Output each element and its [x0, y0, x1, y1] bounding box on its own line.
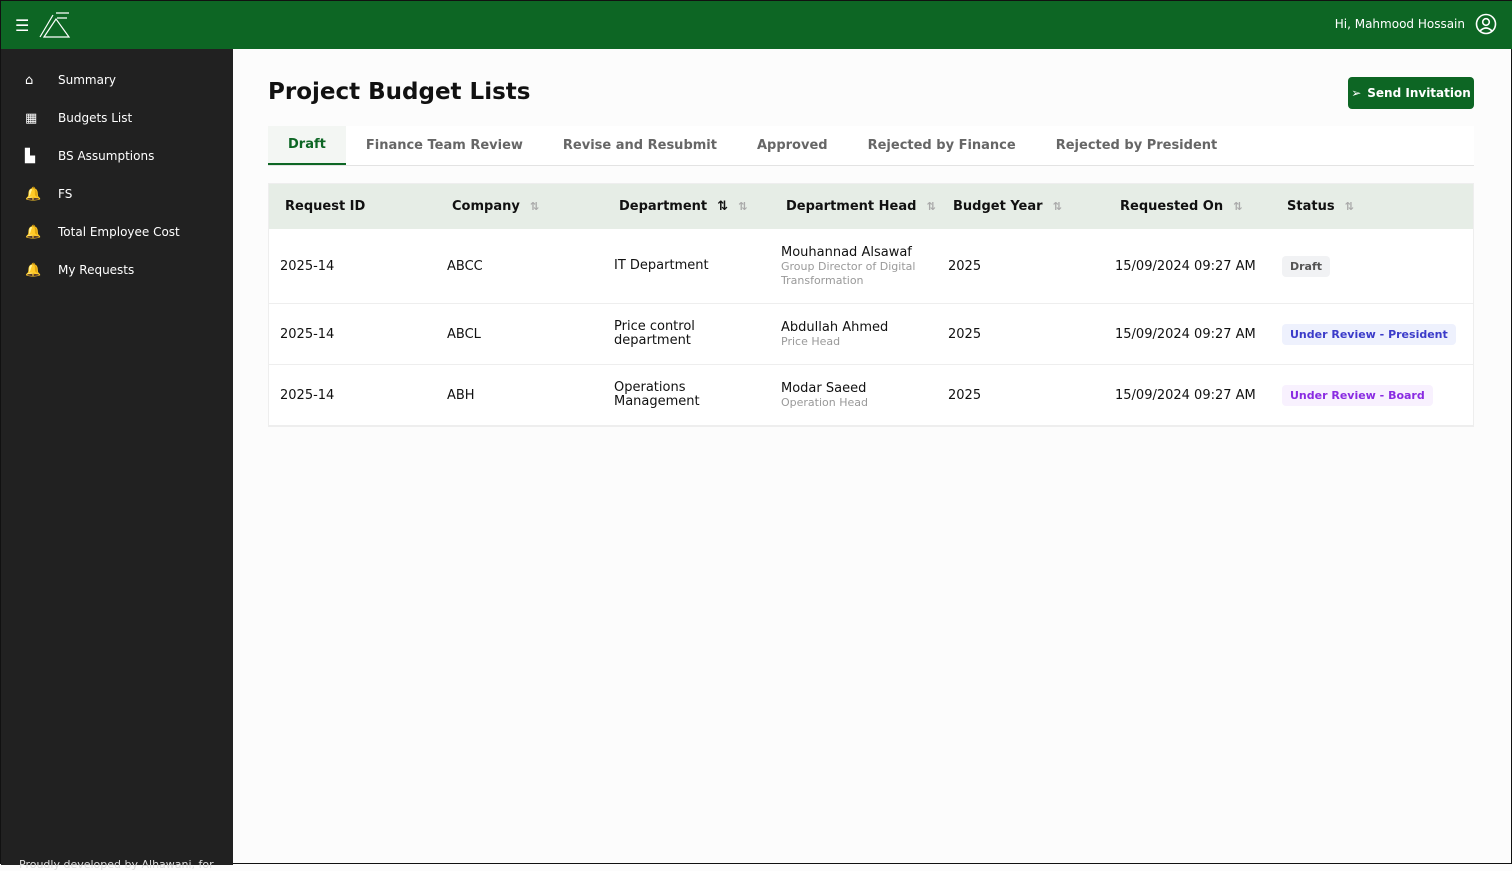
head-name: Modar Saeed — [781, 380, 867, 396]
requested-on: 15/09/2024 09:27 AM — [1115, 387, 1256, 403]
head-name: Mouhannad Alsawaf — [781, 244, 912, 260]
department: Price control department — [614, 319, 695, 348]
table-row[interactable]: 2025-14 ABCC IT Department Mouhannad Als… — [269, 229, 1473, 304]
tab-approved[interactable]: Approved — [737, 126, 848, 165]
tab-finance-team-review[interactable]: Finance Team Review — [346, 126, 543, 165]
request-id: 2025-14 — [280, 387, 335, 403]
sort-icon[interactable]: ⇅ — [530, 200, 539, 213]
bell-icon: 🔔 — [25, 224, 42, 240]
department: IT Department — [614, 258, 709, 273]
company: ABCL — [447, 326, 481, 342]
sort-icon[interactable]: ⇅ — [738, 200, 747, 213]
sidebar-item-summary[interactable]: ⌂ Summary — [1, 61, 233, 99]
tab-rejected-by-finance[interactable]: Rejected by Finance — [848, 126, 1036, 165]
table-row[interactable]: 2025-14 ABCL Price control department Ab… — [269, 304, 1473, 365]
company: ABCC — [447, 258, 483, 274]
sidebar-item-label: Total Employee Cost — [58, 225, 180, 239]
status-cell: Under Review - President — [1271, 323, 1456, 345]
sort-icon[interactable]: ⇅ — [1345, 200, 1354, 213]
head-title: Operation Head — [781, 395, 869, 409]
sidebar-item-my-requests[interactable]: 🔔 My Requests — [1, 251, 233, 289]
sort-active-icon[interactable]: ⇅ — [717, 199, 728, 214]
sidebar-footer: Proudly developed by Alhawani, for — [19, 858, 214, 871]
requested-on: 15/09/2024 09:27 AM — [1115, 326, 1256, 342]
request-id: 2025-14 — [280, 326, 335, 342]
column-header[interactable]: Status ⇅ — [1271, 199, 1438, 214]
column-header[interactable]: Department ⇅ ⇅ — [603, 199, 770, 214]
column-header-label: Requested On — [1120, 199, 1224, 214]
bell-icon: 🔔 — [25, 262, 42, 278]
column-header-label: Budget Year — [953, 199, 1043, 214]
sidebar-item-label: Summary — [58, 73, 116, 87]
sidebar-item-bs-assumptions[interactable]: ▙ BS Assumptions — [1, 137, 233, 175]
home-icon: ⌂ — [25, 72, 34, 88]
sidebar-item-label: Budgets List — [58, 111, 133, 125]
tab-draft[interactable]: Draft — [268, 126, 346, 165]
sort-icon[interactable]: ⇅ — [1233, 200, 1242, 213]
sidebar-item-label: FS — [58, 187, 73, 201]
status-tabs: Draft Finance Team Review Revise and Resub… — [268, 126, 1474, 166]
column-header[interactable]: Department Head ⇅ — [770, 199, 937, 214]
budget-table: Request ID Company ⇅ Department ⇅ ⇅ Department… — [268, 183, 1474, 427]
column-header-label: Request ID — [285, 199, 366, 214]
table-row[interactable]: 2025-14 ABH Operations Management Modar … — [269, 365, 1473, 426]
sidebar-item-fs[interactable]: 🔔 FS — [1, 175, 233, 213]
department-head: Abdullah Ahmed Price Head — [770, 320, 937, 349]
sort-icon[interactable]: ⇅ — [1053, 200, 1062, 213]
column-header-label: Department — [619, 199, 708, 214]
sidebar-item-budgets-list[interactable]: ▦ Budgets List — [1, 99, 233, 137]
table-header: Request ID Company ⇅ Department ⇅ ⇅ Department… — [269, 184, 1473, 229]
column-header-label: Company — [452, 199, 520, 214]
department: Operations Management — [614, 380, 700, 409]
status-badge: Under Review - Board — [1282, 384, 1433, 406]
send-invitation-button[interactable]: ➢ Send Invitation — [1348, 77, 1474, 109]
tab-revise-and-resubmit[interactable]: Revise and Resubmit — [543, 126, 737, 165]
sidebar-item-label: My Requests — [58, 263, 135, 277]
budget-calculator-icon: ▦ — [25, 110, 38, 126]
status-badge: Under Review - President — [1282, 323, 1456, 345]
head-title: Price Head — [781, 334, 841, 348]
budget-year: 2025 — [948, 258, 982, 274]
chart-icon: ▙ — [25, 148, 35, 164]
column-header[interactable]: Company ⇅ — [436, 199, 603, 214]
status-cell: Draft — [1271, 255, 1438, 277]
request-id: 2025-14 — [280, 258, 335, 274]
logo — [39, 12, 71, 38]
tab-rejected-by-president[interactable]: Rejected by President — [1036, 126, 1238, 165]
sidebar: ⌂ Summary ▦ Budgets List ▙ BS Assumptions 🔔 FS 🔔… — [1, 49, 233, 871]
send-icon: ➢ — [1351, 86, 1362, 100]
sidebar-item-label: BS Assumptions — [58, 149, 155, 163]
user-account-icon[interactable] — [1475, 13, 1497, 35]
budget-year: 2025 — [948, 387, 982, 403]
head-title: Group Director of Digital Transformation — [781, 259, 916, 287]
department-head: Mouhannad Alsawaf Group Director of Digit… — [770, 245, 937, 288]
column-header[interactable]: Request ID — [269, 199, 436, 214]
top-bar: ☰ Hi, Mahmood Hossain — [1, 1, 1512, 49]
main-content: Project Budget Lists ➢ Send Invitation Dr… — [233, 49, 1511, 863]
department-head: Modar Saeed Operation Head — [770, 381, 937, 410]
user-greeting: Hi, Mahmood Hossain — [1334, 17, 1465, 31]
sort-icon[interactable]: ⇅ — [926, 200, 935, 213]
requested-on: 15/09/2024 09:27 AM — [1115, 258, 1256, 274]
menu-icon[interactable]: ☰ — [15, 16, 29, 35]
column-header[interactable]: Budget Year ⇅ — [937, 199, 1104, 214]
column-header[interactable]: Requested On ⇅ — [1104, 199, 1271, 214]
budget-year: 2025 — [948, 326, 982, 342]
sidebar-item-total-employee-cost[interactable]: 🔔 Total Employee Cost — [1, 213, 233, 251]
company: ABH — [447, 387, 475, 403]
head-name: Abdullah Ahmed — [781, 319, 889, 335]
send-invitation-label: Send Invitation — [1367, 86, 1471, 100]
column-header-label: Department Head — [786, 199, 917, 214]
status-cell: Under Review - Board — [1271, 384, 1438, 406]
status-badge: Draft — [1282, 255, 1331, 277]
bell-icon: 🔔 — [25, 186, 42, 202]
page-title: Project Budget Lists — [268, 79, 531, 105]
column-header-label: Status — [1287, 199, 1335, 214]
